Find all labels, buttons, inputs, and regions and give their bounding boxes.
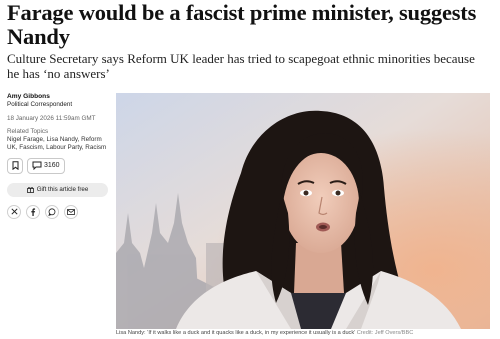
share-email-button[interactable]: [64, 204, 78, 219]
gift-article-label: Gift this article free: [36, 186, 89, 194]
share-buttons: [7, 204, 111, 219]
related-topics-list[interactable]: Nigel Farage, Lisa Nandy, Reform UK, Fas…: [7, 136, 111, 152]
author-role: Political Correspondent: [7, 101, 73, 108]
article-standfirst: Culture Secretary says Reform UK leader …: [7, 51, 475, 81]
facebook-icon: [31, 207, 36, 216]
article-meta: Amy Gibbons Political Correspondent 18 J…: [7, 93, 111, 219]
publish-date: 18 January 2026 11:59am GMT: [7, 115, 96, 122]
article-headline: Farage would be a fascist prime minister…: [7, 0, 477, 49]
gift-icon: [26, 187, 34, 193]
comment-count: 3160: [44, 162, 60, 170]
share-whatsapp-button[interactable]: [45, 204, 59, 219]
comments-button[interactable]: 3160: [27, 157, 65, 174]
portrait-illustration: [116, 93, 490, 329]
bookmark-button[interactable]: [7, 157, 23, 174]
related-topics-label: Related Topics: [7, 128, 49, 135]
author-name[interactable]: Amy Gibbons: [7, 93, 111, 101]
whatsapp-icon: [48, 207, 56, 216]
share-x-button[interactable]: [7, 204, 21, 219]
share-facebook-button[interactable]: [26, 204, 40, 219]
x-icon: [10, 208, 18, 215]
email-icon: [67, 208, 75, 215]
image-caption: Lisa Nandy: ‘If it walks like a duck and…: [116, 329, 500, 337]
gift-article-button[interactable]: Gift this article free: [7, 182, 108, 197]
caption-text: Lisa Nandy: ‘If it walks like a duck and…: [116, 330, 356, 336]
comment-icon: [32, 161, 42, 171]
article-hero-image[interactable]: [116, 93, 490, 329]
image-credit: Credit: Jeff Overs/BBC: [356, 330, 414, 336]
article-actions: 3160: [7, 157, 111, 174]
bookmark-icon: [12, 161, 18, 171]
